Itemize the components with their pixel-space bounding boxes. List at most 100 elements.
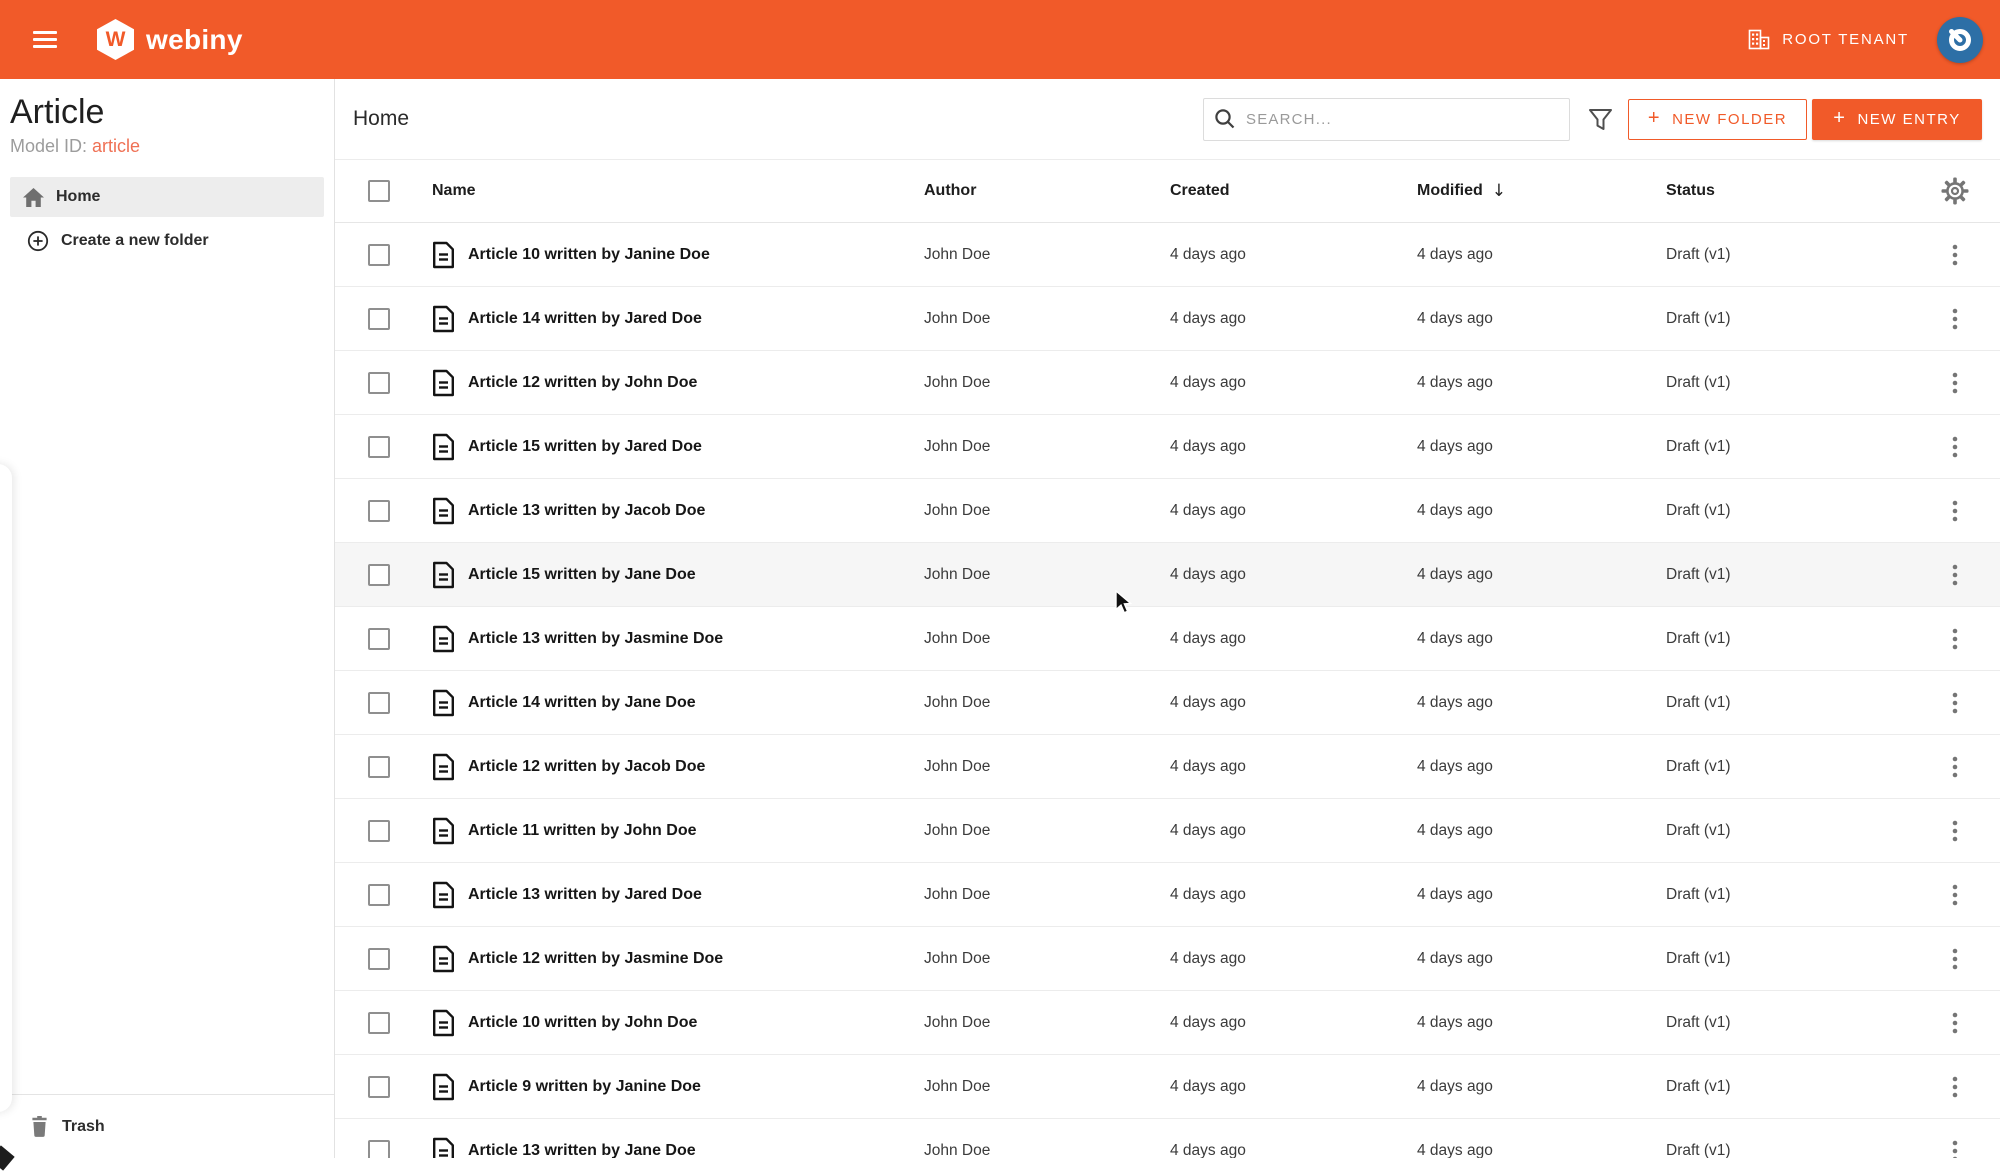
row-checkbox[interactable] [368, 1011, 390, 1034]
row-checkbox[interactable] [368, 947, 390, 970]
entry-created: 4 days ago [1170, 245, 1246, 263]
row-menu-button[interactable] [1946, 238, 1964, 272]
entry-created: 4 days ago [1170, 949, 1246, 967]
row-checkbox[interactable] [368, 1139, 390, 1158]
entry-status: Draft (v1) [1666, 501, 1731, 519]
entry-created: 4 days ago [1170, 885, 1246, 903]
entry-name: Article 13 written by Jane Doe [468, 1141, 696, 1159]
table-row[interactable]: Article 13 written by Jane Doe John Doe … [335, 1119, 2000, 1158]
entry-name: Article 15 written by Jane Doe [468, 565, 696, 583]
entry-status: Draft (v1) [1666, 693, 1731, 711]
kebab-icon [1952, 500, 1958, 521]
entry-name: Article 12 written by Jacob Doe [468, 757, 706, 775]
row-checkbox[interactable] [368, 883, 390, 906]
entry-name: Article 12 written by Jasmine Doe [468, 949, 724, 967]
column-header-status[interactable]: Status [1666, 182, 1910, 200]
row-menu-button[interactable] [1946, 366, 1964, 400]
trash-label: Trash [62, 1117, 105, 1135]
table-row[interactable]: Article 13 written by Jasmine Doe John D… [335, 607, 2000, 671]
row-checkbox[interactable] [368, 755, 390, 778]
table-row[interactable]: Article 12 written by John Doe John Doe … [335, 351, 2000, 415]
table-body: Article 10 written by Janine Doe John Do… [335, 223, 2000, 1158]
row-checkbox[interactable] [368, 691, 390, 714]
row-menu-button[interactable] [1946, 1070, 1964, 1104]
entry-name: Article 10 written by Janine Doe [468, 245, 710, 263]
create-folder-label: Create a new folder [61, 232, 209, 250]
row-checkbox[interactable] [368, 243, 390, 266]
entry-status: Draft (v1) [1666, 629, 1731, 647]
table-row[interactable]: Article 9 written by Janine Doe John Doe… [335, 1055, 2000, 1119]
row-menu-button[interactable] [1946, 686, 1964, 720]
entry-status: Draft (v1) [1666, 437, 1731, 455]
entry-status: Draft (v1) [1666, 1077, 1731, 1095]
row-menu-button[interactable] [1946, 1134, 1964, 1158]
table-row[interactable]: Article 15 written by Jared Doe John Doe… [335, 415, 2000, 479]
row-menu-button[interactable] [1946, 814, 1964, 848]
table-row[interactable]: Article 14 written by Jared Doe John Doe… [335, 287, 2000, 351]
webiny-logo[interactable]: W webiny [97, 19, 243, 60]
table-row[interactable]: Article 12 written by Jasmine Doe John D… [335, 927, 2000, 991]
entry-modified: 4 days ago [1417, 501, 1493, 519]
model-title: Article [10, 93, 105, 131]
table-row[interactable]: Article 13 written by Jared Doe John Doe… [335, 863, 2000, 927]
column-header-modified[interactable]: Modified ↓ [1417, 181, 1666, 201]
table-row[interactable]: Article 14 written by Jane Doe John Doe … [335, 671, 2000, 735]
row-checkbox[interactable] [368, 819, 390, 842]
row-menu-button[interactable] [1946, 750, 1964, 784]
row-checkbox[interactable] [368, 499, 390, 522]
row-menu-button[interactable] [1946, 1006, 1964, 1040]
table-row[interactable]: Article 12 written by Jacob Doe John Doe… [335, 735, 2000, 799]
tenant-selector[interactable]: ROOT TENANT [1748, 29, 1909, 50]
funnel-icon [1589, 108, 1612, 130]
file-icon [432, 497, 455, 525]
table-row[interactable]: Article 10 written by Janine Doe John Do… [335, 223, 2000, 287]
drawer-edge-artifact [0, 464, 12, 1112]
top-app-bar: W webiny ROOT TENANT [0, 0, 2000, 79]
file-icon [432, 369, 455, 397]
file-icon [432, 689, 455, 717]
table-settings-button[interactable] [1941, 177, 1969, 205]
menu-icon[interactable] [33, 31, 57, 48]
select-all-checkbox[interactable] [368, 180, 390, 202]
sidebar-item-home[interactable]: Home [10, 177, 324, 218]
row-menu-button[interactable] [1946, 494, 1964, 528]
table-row[interactable]: Article 11 written by John Doe John Doe … [335, 799, 2000, 863]
column-header-created[interactable]: Created [1170, 182, 1417, 200]
row-checkbox[interactable] [368, 563, 390, 586]
row-checkbox[interactable] [368, 371, 390, 394]
row-checkbox[interactable] [368, 435, 390, 458]
new-entry-button[interactable]: + NEW ENTRY [1812, 98, 1982, 140]
create-folder-button[interactable]: Create a new folder [10, 221, 324, 261]
kebab-icon [1952, 564, 1958, 585]
entry-author: John Doe [924, 1141, 991, 1159]
trash-button[interactable]: Trash [0, 1094, 334, 1158]
entry-modified: 4 days ago [1417, 1077, 1493, 1095]
new-folder-button[interactable]: + NEW FOLDER [1628, 98, 1807, 140]
row-menu-button[interactable] [1946, 302, 1964, 336]
search-input[interactable] [1244, 109, 1559, 129]
row-menu-button[interactable] [1946, 430, 1964, 464]
entry-author: John Doe [924, 1013, 991, 1031]
entry-created: 4 days ago [1170, 757, 1246, 775]
row-checkbox[interactable] [368, 307, 390, 330]
row-menu-button[interactable] [1946, 558, 1964, 592]
tenant-label: ROOT TENANT [1782, 31, 1909, 48]
row-menu-button[interactable] [1946, 878, 1964, 912]
sidebar-item-label: Home [56, 188, 101, 206]
user-avatar[interactable] [1937, 16, 1983, 63]
sort-desc-icon: ↓ [1491, 181, 1507, 201]
entry-status: Draft (v1) [1666, 949, 1731, 967]
table-row[interactable]: Article 13 written by Jacob Doe John Doe… [335, 479, 2000, 543]
row-checkbox[interactable] [368, 1075, 390, 1098]
row-menu-button[interactable] [1946, 942, 1964, 976]
entry-created: 4 days ago [1170, 373, 1246, 391]
table-row[interactable]: Article 15 written by Jane Doe John Doe … [335, 543, 2000, 607]
column-header-author[interactable]: Author [924, 182, 1170, 200]
table-row[interactable]: Article 10 written by John Doe John Doe … [335, 991, 2000, 1055]
circle-plus-icon [27, 230, 49, 252]
row-menu-button[interactable] [1946, 622, 1964, 656]
column-header-name[interactable]: Name [432, 182, 924, 200]
filter-button[interactable] [1587, 106, 1614, 133]
entry-author: John Doe [924, 565, 991, 583]
row-checkbox[interactable] [368, 627, 390, 650]
